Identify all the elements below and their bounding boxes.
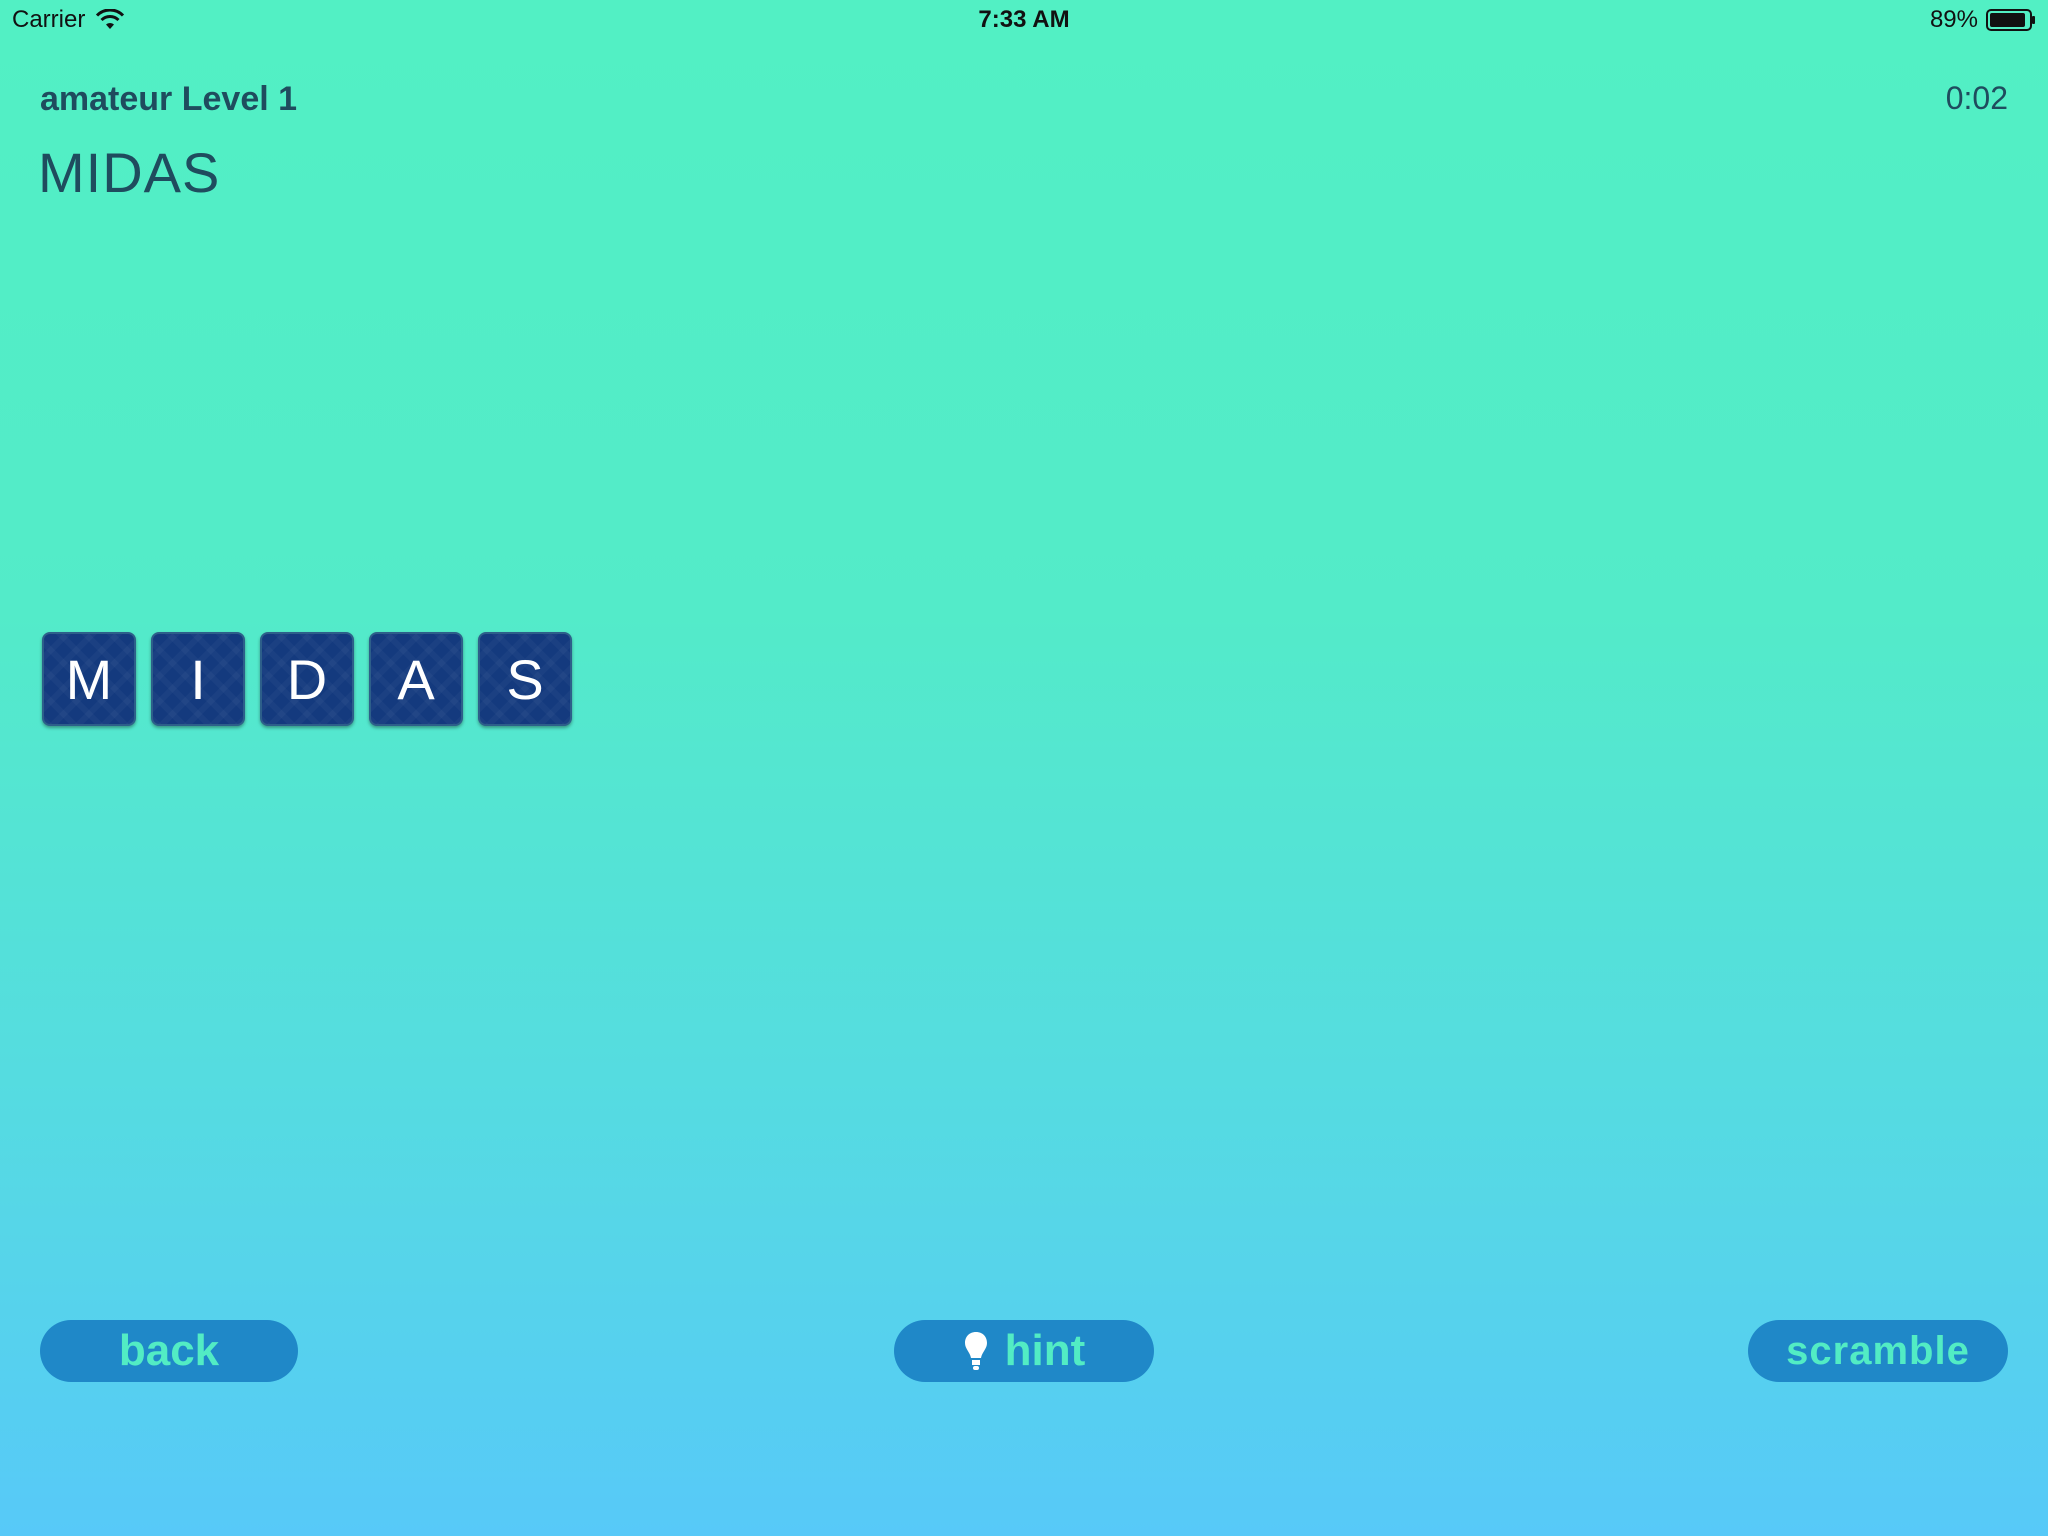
letter-tiles: M I D A S — [42, 632, 572, 726]
letter-tile[interactable]: A — [369, 632, 463, 726]
battery-percentage: 89% — [1929, 6, 1978, 33]
scramble-button[interactable]: scramble — [1748, 1320, 2008, 1382]
timer: 0:02 — [1945, 80, 2008, 116]
target-word: MIDAS — [38, 141, 221, 204]
status-bar: Carrier 7:33 AM 89% — [0, 0, 2048, 40]
letter-tile[interactable]: I — [151, 632, 245, 726]
letter-tile[interactable]: D — [260, 632, 354, 726]
clock: 7:33 AM — [978, 6, 1070, 33]
letter-tile[interactable]: M — [42, 632, 136, 726]
letter-tile[interactable]: S — [478, 632, 572, 726]
scramble-button-label: scramble — [1786, 1328, 1970, 1373]
back-button-label: back — [118, 1326, 220, 1375]
hint-button[interactable]: hint — [894, 1320, 1154, 1382]
battery-indicator: 89% — [1930, 6, 2036, 34]
level-title: amateur Level 1 — [40, 80, 298, 118]
battery-icon — [1986, 9, 2035, 31]
hint-button-label: hint — [1004, 1326, 1086, 1375]
back-button[interactable]: back — [40, 1320, 298, 1382]
lightbulb-icon — [964, 1332, 987, 1370]
